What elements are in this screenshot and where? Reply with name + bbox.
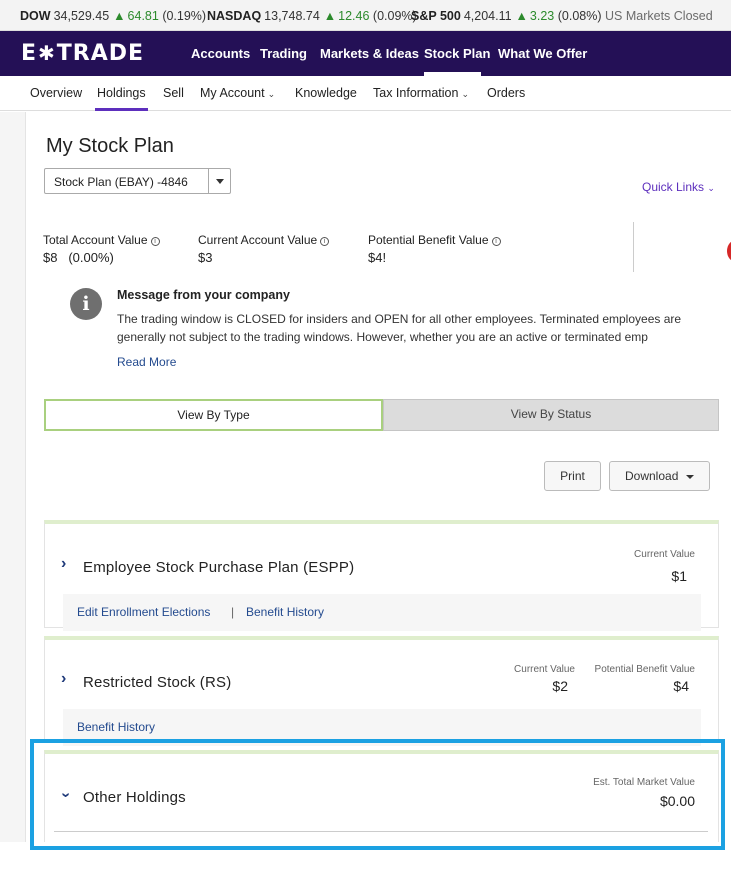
- market-status: US Markets Closed: [605, 9, 713, 23]
- potential-benefit-value-label: Potential Benefit Value i: [368, 233, 501, 247]
- logo-star-icon: ✱: [38, 41, 56, 65]
- subnav-orders[interactable]: Orders: [487, 86, 525, 100]
- chevron-right-icon[interactable]: ›: [61, 670, 66, 688]
- stat-pct-text: (0.00%): [68, 250, 114, 265]
- rs-panel: › Restricted Stock (RS) Current Value $2…: [44, 636, 719, 746]
- stat-label-text: Total Account Value: [43, 233, 148, 247]
- link-separator: |: [231, 605, 235, 619]
- espp-title[interactable]: Employee Stock Purchase Plan (ESPP): [83, 559, 354, 576]
- notification-badge[interactable]: [727, 240, 731, 262]
- print-button[interactable]: Print: [544, 461, 601, 491]
- left-gutter: [0, 112, 26, 842]
- view-toggle: View By Type View By Status: [44, 399, 719, 431]
- edit-enrollment-link[interactable]: Edit Enrollment Elections: [77, 605, 210, 619]
- read-more-link[interactable]: Read More: [117, 355, 176, 369]
- espp-panel: › Employee Stock Purchase Plan (ESPP) Cu…: [44, 520, 719, 631]
- ticker-name: S&P 500: [411, 9, 461, 23]
- info-icon[interactable]: i: [150, 237, 160, 246]
- stat-value-text: $8: [43, 250, 58, 265]
- logo-text-left: E: [21, 41, 38, 66]
- potential-benefit-value: $4: [673, 678, 689, 694]
- message-title: Message from your company: [117, 288, 290, 302]
- ticker-value: 13,748.74: [264, 9, 320, 23]
- total-account-value: $8 (0.00%): [43, 250, 114, 265]
- quick-links[interactable]: Quick Links ⌄: [642, 180, 715, 194]
- subnav-knowledge[interactable]: Knowledge: [295, 86, 357, 100]
- current-value-label: Current Value: [634, 549, 695, 560]
- up-arrow-icon: ▲: [113, 9, 126, 23]
- nav-trading[interactable]: Trading: [260, 46, 307, 61]
- stat-label-text: Current Account Value: [198, 233, 318, 247]
- page-title: My Stock Plan: [46, 135, 174, 157]
- subnav-label: Tax Information: [373, 86, 459, 100]
- divider: [633, 222, 634, 272]
- rs-title[interactable]: Restricted Stock (RS): [83, 674, 231, 691]
- subnav-sell[interactable]: Sell: [163, 86, 184, 100]
- brand-nav-bar: E✱TRADE Accounts Trading Markets & Ideas…: [0, 31, 731, 76]
- ticker-change: 12.46: [338, 9, 370, 23]
- info-icon[interactable]: i: [491, 237, 501, 246]
- current-account-value: $3: [198, 250, 213, 265]
- potential-benefit-value: $4!: [368, 250, 387, 265]
- message-line: The trading window is CLOSED for insider…: [117, 312, 682, 326]
- subnav-label: My Account: [200, 86, 265, 100]
- sub-nav: Overview Holdings Sell My Account ⌄ Knowl…: [0, 76, 731, 111]
- up-arrow-icon: ▲: [323, 9, 337, 23]
- ticker-sp500[interactable]: S&P 500 4,204.11 ▲ 3.23 (0.08%): [411, 9, 602, 23]
- current-value-label: Current Value: [514, 664, 575, 675]
- ticker-pct: (0.08%): [557, 9, 602, 23]
- dropdown-caret-icon[interactable]: [208, 169, 230, 193]
- benefit-history-link[interactable]: Benefit History: [246, 605, 324, 619]
- download-button[interactable]: Download: [609, 461, 710, 491]
- logo-text-right: TRADE: [56, 41, 145, 66]
- ticker-nasdaq[interactable]: NASDAQ 13,748.74 ▲ 12.46 (0.09%): [207, 9, 417, 23]
- ticker-value: 4,204.11: [463, 9, 512, 23]
- nav-markets-ideas[interactable]: Markets & Ideas: [320, 46, 419, 61]
- espp-links-strip: Edit Enrollment Elections | Benefit Hist…: [63, 594, 701, 631]
- ticker-dow[interactable]: DOW 34,529.45 ▲ 64.81 (0.19%): [20, 9, 206, 23]
- market-ticker: DOW 34,529.45 ▲ 64.81 (0.19%) NASDAQ 13,748.…: [0, 0, 731, 31]
- ticker-name: DOW: [20, 9, 51, 23]
- stock-plan-select[interactable]: Stock Plan (EBAY) -4846: [44, 168, 231, 194]
- ticker-change: 64.81: [127, 9, 159, 23]
- subnav-holdings[interactable]: Holdings: [95, 86, 148, 111]
- current-value: $1: [671, 568, 687, 584]
- stat-label-text: Potential Benefit Value: [368, 233, 489, 247]
- chevron-right-icon[interactable]: ›: [61, 555, 66, 573]
- message-body: The trading window is CLOSED for insider…: [117, 310, 707, 346]
- current-account-value-label: Current Account Value i: [198, 233, 330, 247]
- etrade-logo[interactable]: E✱TRADE: [21, 41, 144, 66]
- up-arrow-icon: ▲: [515, 9, 528, 23]
- ticker-name: NASDAQ: [207, 9, 262, 23]
- view-by-status-tab[interactable]: View By Status: [383, 399, 719, 431]
- quick-links-label: Quick Links: [642, 180, 705, 194]
- chevron-down-icon: ⌄: [267, 89, 276, 99]
- nav-what-we-offer[interactable]: What We Offer: [498, 46, 587, 61]
- current-value: $2: [552, 678, 568, 694]
- nav-stock-plan[interactable]: Stock Plan: [424, 46, 490, 61]
- subnav-my-account[interactable]: My Account ⌄: [200, 86, 275, 100]
- view-by-type-tab[interactable]: View By Type: [44, 399, 383, 431]
- subnav-tax-information[interactable]: Tax Information ⌄: [373, 86, 469, 100]
- selection-highlight: [30, 739, 725, 850]
- subnav-overview[interactable]: Overview: [30, 86, 82, 100]
- chevron-down-icon: ⌄: [461, 89, 470, 99]
- info-icon[interactable]: i: [320, 237, 330, 246]
- chevron-down-icon: ⌄: [707, 183, 715, 193]
- ticker-change: 3.23: [529, 9, 555, 23]
- total-account-value-label: Total Account Value i: [43, 233, 160, 247]
- ticker-value: 34,529.45: [53, 9, 110, 23]
- potential-benefit-label: Potential Benefit Value: [594, 664, 695, 675]
- nav-accounts[interactable]: Accounts: [191, 46, 250, 61]
- message-line: generally not subject to the trading win…: [117, 330, 648, 344]
- ticker-pct: (0.19%): [162, 9, 207, 23]
- benefit-history-link[interactable]: Benefit History: [77, 720, 155, 734]
- plan-select-value: Stock Plan (EBAY) -4846: [54, 175, 188, 189]
- info-icon: i: [70, 288, 102, 320]
